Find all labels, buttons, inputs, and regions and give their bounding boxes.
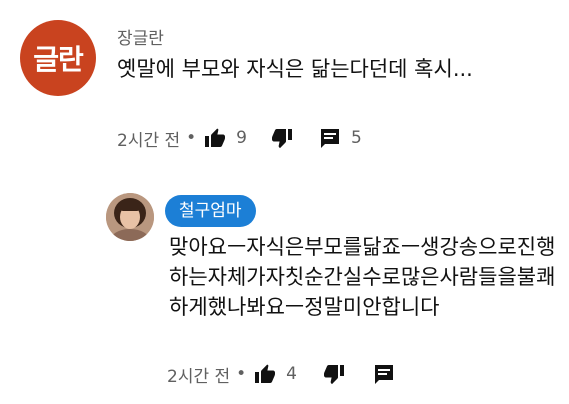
like-button[interactable] — [252, 361, 278, 387]
comment-actions: 2시간 전 • 9 5 — [117, 124, 362, 152]
comment-icon — [321, 129, 339, 148]
like-button[interactable] — [202, 125, 228, 151]
reply-actions: 2시간 전 • 4 — [167, 360, 397, 388]
avatar[interactable]: 글란 — [20, 20, 96, 96]
reply-text: 맞아요ㅡ자식은부모를닮죠ㅡ생강송으로진행하는자체가자칫순간실수로많은사람들을불쾌… — [169, 235, 556, 319]
reply-author-chip[interactable]: 철구엄마 — [165, 195, 256, 227]
reply-avatar[interactable] — [106, 193, 154, 241]
dislike-button[interactable] — [269, 125, 295, 151]
like-count: 4 — [286, 364, 297, 384]
thumbs-down-icon — [272, 129, 292, 149]
thumbs-down-icon — [324, 365, 344, 385]
avatar-initials: 글란 — [33, 43, 84, 76]
thumbs-up-icon — [205, 128, 226, 147]
like-count: 9 — [236, 128, 247, 148]
profile-photo — [106, 193, 154, 241]
thumbs-up-icon — [255, 364, 276, 383]
reply-button[interactable] — [317, 125, 343, 151]
comment-text: 옛말에 부모와 자식은 닮는다던데 혹시... — [117, 57, 473, 81]
meta-separator: • — [236, 364, 247, 384]
comment-timestamp[interactable]: 2시간 전 — [117, 126, 180, 151]
reply-button[interactable] — [371, 361, 397, 387]
comment-author[interactable]: 장글란 — [117, 24, 164, 49]
dislike-button[interactable] — [321, 361, 347, 387]
reply-count: 5 — [351, 128, 362, 148]
meta-separator: • — [186, 128, 197, 148]
reply-timestamp[interactable]: 2시간 전 — [167, 362, 230, 387]
comment-icon — [375, 365, 393, 384]
